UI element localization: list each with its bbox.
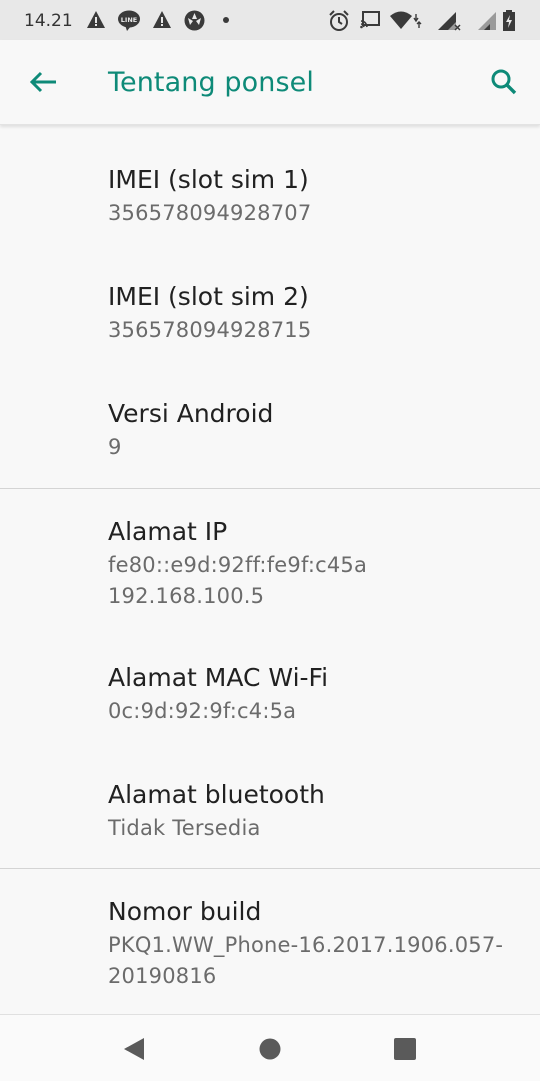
item-title: Alamat MAC Wi-Fi <box>108 663 329 692</box>
list-item-build-number[interactable]: Nomor build PKQ1.WW_Phone-16.2017.1906.0… <box>108 896 503 992</box>
divider <box>0 868 540 869</box>
divider <box>0 488 540 489</box>
recents-square-icon[interactable] <box>385 1029 425 1069</box>
search-icon[interactable] <box>482 60 526 104</box>
item-value: fe80::e9d:92ff:fe9f:c45a <box>108 553 368 577</box>
signal-icon <box>478 12 496 30</box>
item-title: IMEI (slot sim 2) <box>108 282 309 311</box>
item-title: Nomor build <box>108 897 262 926</box>
status-time: 14.21 <box>24 11 73 31</box>
home-circle-icon[interactable] <box>250 1029 290 1069</box>
list-item-android-version[interactable]: Versi Android 9 <box>108 398 273 463</box>
item-title: Alamat IP <box>108 517 228 546</box>
shutter-icon <box>184 10 205 31</box>
back-triangle-icon[interactable] <box>114 1029 154 1069</box>
alarm-icon <box>329 10 349 31</box>
item-value: 356578094928715 <box>108 318 312 342</box>
battery-icon <box>503 10 515 31</box>
item-value: 356578094928707 <box>108 201 312 225</box>
svg-text:LINE: LINE <box>121 16 137 24</box>
back-arrow-icon[interactable] <box>22 60 66 104</box>
item-title: Versi Android <box>108 399 274 428</box>
item-value: 9 <box>108 435 122 459</box>
item-title: Alamat bluetooth <box>108 780 325 809</box>
wifi-icon <box>390 11 422 29</box>
list-item-wifi-mac[interactable]: Alamat MAC Wi-Fi 0c:9d:92:9f:c4:5a <box>108 662 328 727</box>
item-value: 0c:9d:92:9f:c4:5a <box>108 699 297 723</box>
line-app-icon: LINE <box>118 10 140 31</box>
item-value-secondary: 20190816 <box>108 964 217 988</box>
item-title: IMEI (slot sim 1) <box>108 165 309 194</box>
item-value: Tidak Tersedia <box>108 816 261 840</box>
list-item-imei-1[interactable]: IMEI (slot sim 1) 356578094928707 <box>108 164 311 229</box>
list-item-ip-address[interactable]: Alamat IP fe80::e9d:92ff:fe9f:c45a 192.1… <box>108 516 367 612</box>
list-item-bluetooth-address[interactable]: Alamat bluetooth Tidak Tersedia <box>108 779 325 844</box>
item-value-secondary: 192.168.100.5 <box>108 584 265 608</box>
status-bar: 14.21 LINE <box>0 0 540 40</box>
dot-icon <box>223 17 229 23</box>
item-value: PKQ1.WW_Phone-16.2017.1906.057- <box>108 933 504 957</box>
list-item-imei-2[interactable]: IMEI (slot sim 2) 356578094928715 <box>108 281 311 346</box>
signal-icon <box>438 12 461 31</box>
navigation-bar <box>0 1014 540 1081</box>
app-bar: Tentang ponsel <box>0 40 540 125</box>
cast-icon <box>360 11 380 29</box>
warning-icon <box>87 11 105 28</box>
page-title: Tentang ponsel <box>108 67 314 98</box>
warning-icon <box>153 11 171 28</box>
